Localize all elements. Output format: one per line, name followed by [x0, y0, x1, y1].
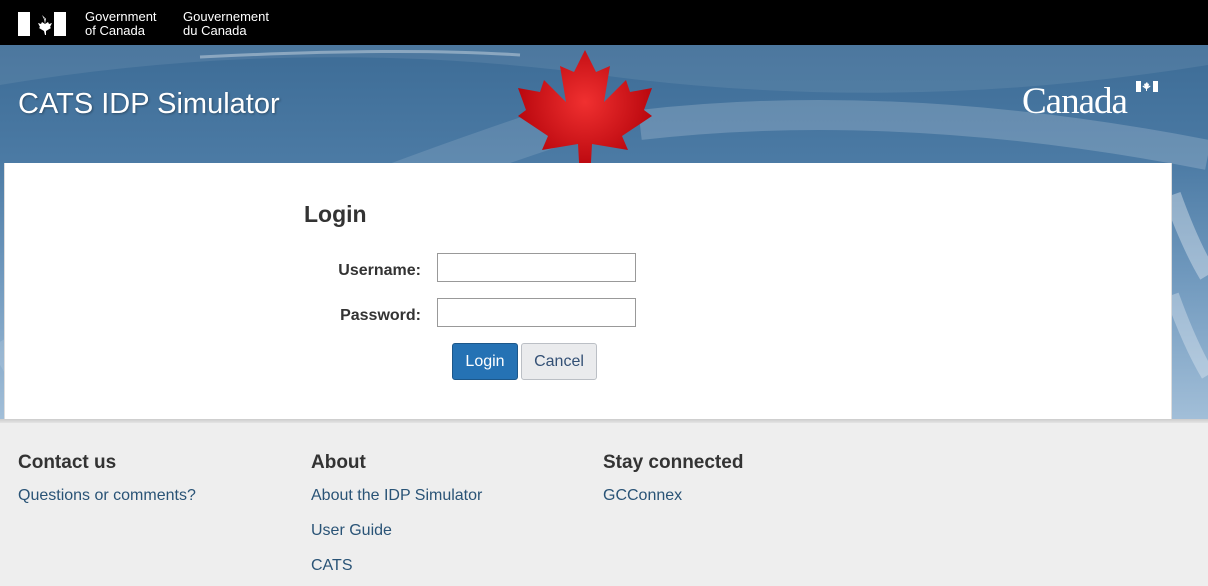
- site-title[interactable]: CATS IDP Simulator: [18, 88, 280, 121]
- goc-fr-line2: du Canada: [183, 23, 247, 38]
- footer-link-cats[interactable]: CATS: [311, 556, 482, 575]
- footer: Contact us Questions or comments? About …: [0, 423, 1208, 586]
- footer-heading-stay-connected: Stay connected: [603, 452, 744, 473]
- goc-signature-fr[interactable]: Gouvernement du Canada: [183, 10, 269, 38]
- cancel-button[interactable]: Cancel: [521, 343, 597, 380]
- footer-heading-contact: Contact us: [18, 452, 117, 473]
- password-input[interactable]: [437, 298, 636, 327]
- footer-column-about: About About the IDP Simulator User Guide…: [311, 452, 482, 586]
- canada-flag-icon: [18, 12, 66, 36]
- goc-fr-line1: Gouvernement: [183, 9, 269, 24]
- login-panel: Login Username: Password: Login Cancel: [4, 163, 1172, 419]
- footer-link-questions[interactable]: Questions or comments?: [18, 486, 196, 505]
- maple-leaf-icon: [518, 50, 652, 180]
- username-input[interactable]: [437, 253, 636, 282]
- footer-link-about-simulator[interactable]: About the IDP Simulator: [311, 486, 482, 505]
- footer-link-gcconnex[interactable]: GCConnex: [603, 486, 743, 505]
- footer-column-contact: Contact us Questions or comments?: [18, 452, 196, 521]
- footer-heading-about: About: [311, 452, 366, 473]
- footer-column-stay-connected: Stay connected GCConnex: [603, 452, 743, 521]
- canada-wordmark: Canada: [1022, 81, 1128, 122]
- login-button[interactable]: Login: [452, 343, 518, 380]
- goc-signature-en[interactable]: Government of Canada: [85, 10, 157, 38]
- password-label: Password:: [340, 307, 421, 324]
- login-heading: Login: [304, 201, 367, 227]
- username-label: Username:: [338, 262, 421, 279]
- goc-signature-bar: Government of Canada Gouvernement du Can…: [0, 0, 1208, 45]
- footer-link-user-guide[interactable]: User Guide: [311, 521, 482, 540]
- goc-en-line1: Government: [85, 9, 157, 24]
- goc-en-line2: of Canada: [85, 23, 145, 38]
- wordmark-flag-icon: [1136, 81, 1158, 92]
